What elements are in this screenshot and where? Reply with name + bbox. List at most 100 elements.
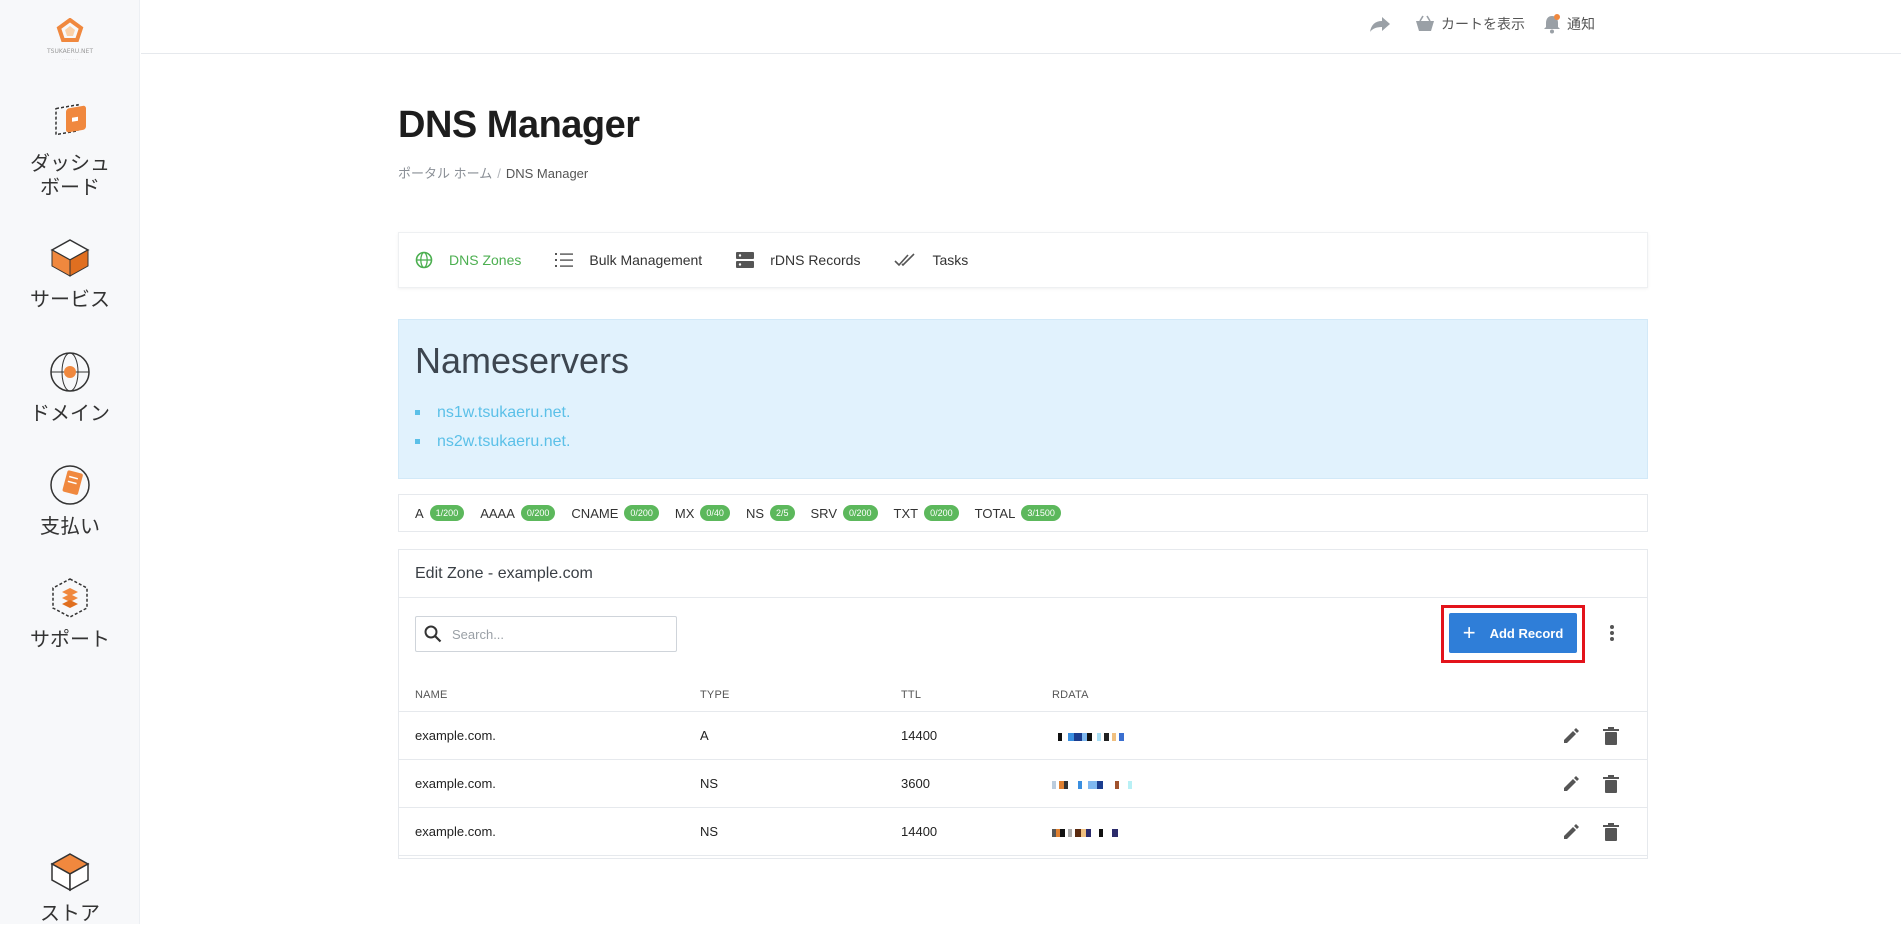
tab-dns-zones[interactable]: DNS Zones [415, 251, 521, 269]
tab-bulk-management[interactable]: Bulk Management [555, 252, 702, 268]
server-icon [736, 252, 755, 268]
share-button[interactable] [1369, 15, 1397, 33]
support-icon [52, 578, 88, 618]
record-name: example.com. [415, 776, 496, 791]
record-rdata-redacted [1052, 776, 1132, 791]
sidebar-item-services[interactable]: サービス [0, 236, 140, 312]
count-aaaa: AAAA 0/200 [480, 505, 556, 521]
globe-icon [50, 352, 90, 392]
view-cart-button[interactable]: カートを表示 [1415, 14, 1525, 34]
count-badge: 0/200 [924, 505, 959, 521]
table-row[interactable]: example.com. A 14400 [399, 712, 1647, 760]
pencil-icon [1564, 775, 1579, 791]
tab-tasks[interactable]: Tasks [894, 252, 968, 268]
trash-icon [1603, 774, 1619, 793]
breadcrumb-home-link[interactable]: ポータル ホーム [398, 166, 492, 181]
count-badge: 0/200 [843, 505, 878, 521]
pencil-icon [1564, 727, 1579, 743]
count-cname: CNAME 0/200 [571, 505, 659, 521]
count-badge: 0/200 [624, 505, 659, 521]
record-type: NS [700, 824, 719, 839]
record-name: example.com. [415, 824, 496, 839]
column-header-name[interactable]: NAME [415, 689, 448, 701]
delete-record-button[interactable] [1603, 822, 1619, 841]
bell-icon [1544, 14, 1560, 34]
delete-record-button[interactable] [1603, 726, 1619, 745]
record-type: NS [700, 776, 719, 791]
count-badge: 2/5 [770, 505, 795, 521]
more-options-button[interactable] [1609, 624, 1615, 647]
count-badge: 1/200 [429, 505, 465, 521]
bullet-icon [415, 410, 420, 415]
tab-label: Bulk Management [589, 252, 703, 268]
sidebar-item-support[interactable]: サポート [0, 576, 140, 652]
count-mx: MX 0/40 [675, 505, 730, 521]
notifications-button[interactable]: 通知 [1543, 14, 1595, 34]
page-title: DNS Manager [398, 104, 640, 146]
count-badge: 0/200 [520, 505, 556, 521]
column-header-rdata[interactable]: RDATA [1052, 689, 1089, 701]
record-rdata-redacted [1052, 824, 1118, 839]
count-type: MX [674, 505, 695, 521]
sidebar-item-store[interactable]: ストア [0, 850, 140, 926]
trash-icon [1603, 726, 1619, 745]
sidebar-item-label: サポート [30, 629, 110, 651]
table-row[interactable]: example.com. NS 14400 [399, 808, 1647, 856]
nameserver-item: ns2w.tsukaeru.net. [415, 427, 570, 456]
sidebar-item-label: ダッシュ [30, 153, 110, 175]
svg-text:. . . . . . . .: . . . . . . . . [62, 57, 79, 61]
sidebar-item-label: 支払い [40, 516, 100, 538]
row-actions [1562, 774, 1619, 793]
count-ns: NS 2/5 [746, 505, 795, 521]
sidebar-item-label: ドメイン [30, 403, 110, 425]
record-ttl: 14400 [901, 824, 938, 839]
column-header-type[interactable]: TYPE [700, 689, 730, 701]
sidebar-item-domains[interactable]: ドメイン [0, 350, 140, 426]
row-actions [1562, 822, 1619, 841]
cart-basket-icon [1416, 15, 1434, 31]
count-type: A [415, 505, 424, 521]
record-search [415, 616, 677, 652]
record-rdata-redacted [1052, 728, 1124, 743]
breadcrumb: ポータル ホーム / DNS Manager [398, 163, 588, 182]
breadcrumb-separator: / [497, 166, 501, 181]
add-record-button[interactable]: + Add Record [1449, 613, 1577, 653]
count-type: SRV [810, 505, 838, 521]
count-a: A 1/200 [415, 505, 465, 521]
kebab-menu-icon [1610, 625, 1614, 641]
bullet-icon [415, 439, 420, 444]
edit-record-button[interactable] [1562, 727, 1580, 745]
brand-logo[interactable]: TSUKAERU.NET . . . . . . . . [45, 17, 95, 62]
count-badge: 3/1500 [1021, 505, 1061, 521]
edit-record-button[interactable] [1562, 775, 1580, 793]
sidebar-item-label: ストア [40, 903, 100, 925]
dashboard-icon [55, 103, 86, 136]
tab-rdns-records[interactable]: rDNS Records [736, 251, 860, 269]
breadcrumb-current: DNS Manager [505, 166, 589, 181]
count-total: TOTAL 3/1500 [975, 505, 1061, 521]
edit-record-button[interactable] [1562, 823, 1580, 841]
row-actions [1562, 726, 1619, 745]
count-type: NS [745, 505, 764, 521]
view-cart-label: カートを表示 [1441, 16, 1525, 32]
add-record-label: Add Record [1489, 625, 1564, 641]
record-ttl: 14400 [901, 728, 938, 743]
sidebar-item-dashboard[interactable]: ダッシュ ボード [0, 100, 140, 200]
table-row[interactable]: example.com. NS 3600 [399, 760, 1647, 808]
count-badge: 0/40 [700, 505, 730, 521]
tab-label: rDNS Records [770, 252, 861, 268]
search-input[interactable] [452, 626, 662, 642]
count-type: CNAME [571, 505, 619, 521]
sidebar-item-billing[interactable]: 支払い [0, 463, 140, 539]
count-type: TXT [893, 505, 919, 521]
sidebar-item-label: ボード [40, 177, 100, 199]
record-name: example.com. [415, 728, 496, 743]
nameserver-host: ns1w.tsukaeru.net. [437, 404, 571, 421]
nameservers-panel: Nameservers ns1w.tsukaeru.net. ns2w.tsuk… [398, 319, 1648, 479]
notifications-label: 通知 [1567, 16, 1595, 32]
delete-record-button[interactable] [1603, 774, 1619, 793]
globe-icon [415, 251, 433, 269]
list-icon [555, 253, 574, 267]
column-header-ttl[interactable]: TTL [901, 689, 921, 701]
double-check-icon [894, 253, 916, 267]
